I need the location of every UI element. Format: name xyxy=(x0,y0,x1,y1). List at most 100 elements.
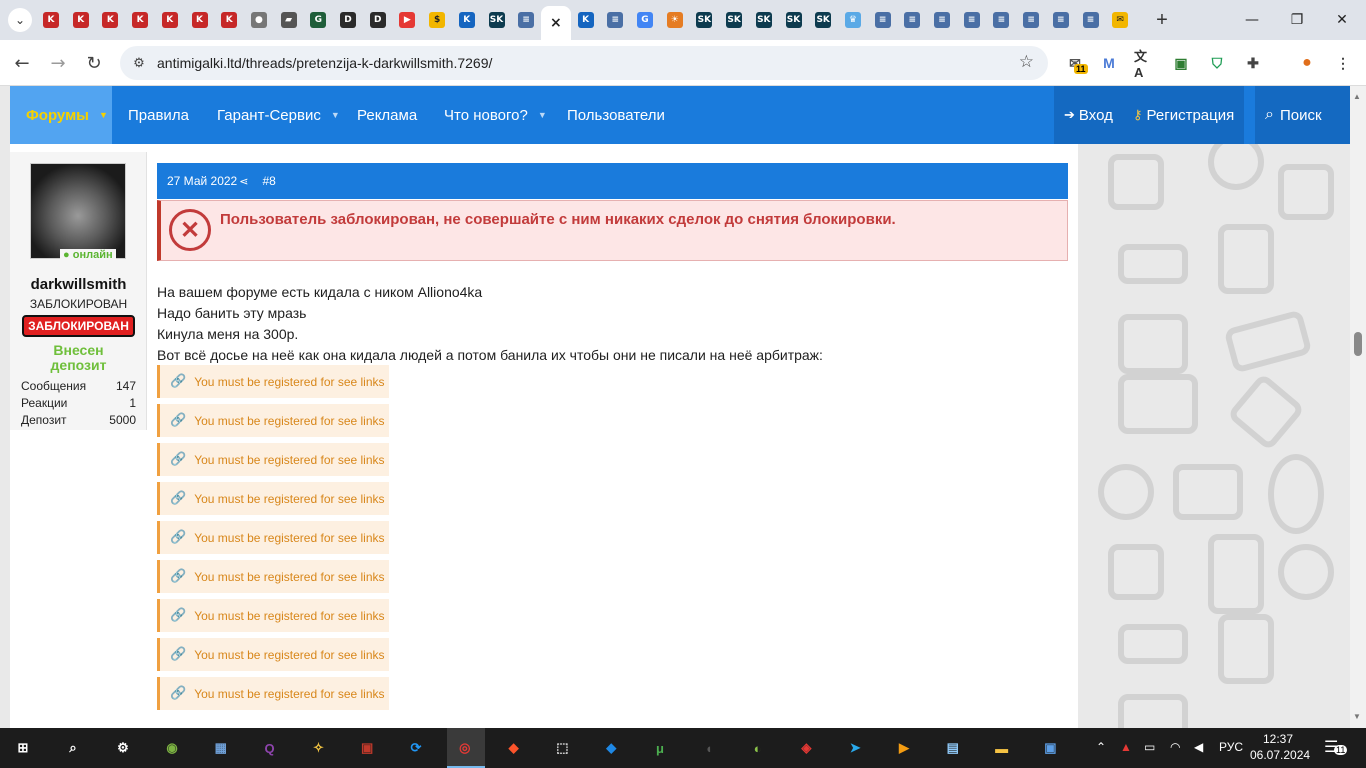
browser-tab[interactable]: ≡ xyxy=(988,6,1014,34)
hidden-link[interactable]: 🔗 You must be registered for see links xyxy=(157,365,389,398)
search-button[interactable]: ⌕ Поиск xyxy=(1255,86,1356,144)
q-app-icon[interactable]: Q xyxy=(257,736,283,760)
browser-tab[interactable]: ≡ xyxy=(602,6,628,34)
hidden-link[interactable]: 🔗 You must be registered for see links xyxy=(157,638,389,671)
login-button[interactable]: ➔ Вход xyxy=(1054,86,1123,144)
minimize-icon[interactable]: — xyxy=(1230,6,1274,34)
battery-icon[interactable]: ▭ xyxy=(1144,740,1155,754)
browser-tab[interactable]: $ xyxy=(424,6,450,34)
volume-icon[interactable]: ◀ xyxy=(1194,740,1203,754)
photo-app-icon[interactable]: ▣ xyxy=(1037,736,1063,760)
browser-tab[interactable]: ≡ xyxy=(1018,6,1044,34)
folder-icon[interactable]: ▬ xyxy=(989,736,1015,760)
extension-green-icon[interactable]: ▣ xyxy=(1170,52,1192,74)
reload-icon[interactable]: ↻ xyxy=(81,50,107,76)
hidden-link[interactable]: 🔗 You must be registered for see links xyxy=(157,599,389,632)
translate-icon[interactable]: 文A xyxy=(1134,49,1156,80)
nav-guarantee-service[interactable]: Гарант-Сервис ▼ xyxy=(217,86,340,144)
share-icon[interactable]: ⋖ xyxy=(239,175,248,188)
brave-icon[interactable]: ◆ xyxy=(501,736,527,760)
nav-advertising[interactable]: Реклама xyxy=(357,86,417,144)
browser-tab[interactable]: K xyxy=(157,6,183,34)
nav-forums[interactable]: Форумы ▼ xyxy=(10,86,112,144)
search-icon[interactable]: ⌕ xyxy=(60,736,86,760)
browser-tab[interactable]: ▶ xyxy=(394,6,420,34)
notifications-icon[interactable]: ☰ 11 xyxy=(1324,737,1348,757)
browser-tab[interactable]: ≡ xyxy=(513,6,539,34)
browser-tab[interactable]: D xyxy=(335,6,361,34)
browser-tab[interactable]: K xyxy=(97,6,123,34)
chevron-down-icon[interactable]: ▼ xyxy=(99,110,108,120)
mail-counter-icon[interactable]: ✉ 11 xyxy=(1064,52,1088,74)
clock[interactable]: 12:37 06.07.2024 xyxy=(1250,731,1310,763)
browser-tab[interactable]: ≡ xyxy=(1078,6,1104,34)
profile-avatar-icon[interactable]: ● xyxy=(1296,52,1318,74)
media-player-icon[interactable]: ▶ xyxy=(891,736,917,760)
chevron-down-icon[interactable]: ▼ xyxy=(538,110,547,120)
browser-tab[interactable]: SK xyxy=(781,6,807,34)
fruit-icon[interactable]: ◐ xyxy=(745,736,771,760)
post-number[interactable]: #8 xyxy=(262,174,275,188)
scroll-down-icon[interactable]: ▼ xyxy=(1353,712,1361,721)
site-info-icon[interactable]: ⚙ xyxy=(130,54,148,72)
browser-tab[interactable]: K xyxy=(68,6,94,34)
browser-tab[interactable]: G xyxy=(305,6,331,34)
tab-active[interactable]: × xyxy=(540,6,571,40)
tray-app-icon[interactable]: ▲ xyxy=(1120,740,1132,754)
show-hidden-icons-chevron-up-icon[interactable]: ⌃ xyxy=(1096,740,1106,754)
chrome-icon[interactable]: ◎ xyxy=(452,736,478,760)
sync-icon[interactable]: ⟳ xyxy=(403,736,429,760)
browser-tab[interactable]: ♛ xyxy=(840,6,866,34)
colorful-orb-icon[interactable]: ◉ xyxy=(159,736,185,760)
browser-tab[interactable]: G xyxy=(632,6,658,34)
image-viewer-icon[interactable]: ▦ xyxy=(208,736,234,760)
browser-tab[interactable]: SK xyxy=(810,6,836,34)
browser-tab[interactable]: SK xyxy=(484,6,510,34)
diamond-arrow-icon[interactable]: ◆ xyxy=(598,736,624,760)
hidden-link[interactable]: 🔗 You must be registered for see links xyxy=(157,560,389,593)
browser-tab[interactable]: SK xyxy=(691,6,717,34)
hidden-link[interactable]: 🔗 You must be registered for see links xyxy=(157,521,389,554)
screen-capture-icon[interactable]: ⬚ xyxy=(549,736,575,760)
browser-tab[interactable]: K xyxy=(216,6,242,34)
address-bar[interactable]: ⚙ antimigalki.ltd/threads/pretenzija-k-d… xyxy=(120,46,1048,80)
browser-tab[interactable]: ≡ xyxy=(1048,6,1074,34)
notepad-icon[interactable]: ▤ xyxy=(940,736,966,760)
audio-icon[interactable]: ◖ xyxy=(696,736,722,760)
telegram-icon[interactable]: ➤ xyxy=(842,736,868,760)
browser-tab[interactable]: K xyxy=(454,6,480,34)
browser-tab[interactable]: K xyxy=(127,6,153,34)
shield-icon[interactable]: ⛉ xyxy=(1206,52,1228,74)
scrollbar-thumb[interactable] xyxy=(1354,332,1362,356)
settings-gear-icon[interactable]: ⚙ xyxy=(110,736,136,760)
new-tab-plus-icon[interactable]: + xyxy=(1150,8,1174,32)
hidden-link[interactable]: 🔗 You must be registered for see links xyxy=(157,404,389,437)
post-date[interactable]: 27 Май 2022 xyxy=(167,174,237,188)
hidden-link[interactable]: 🔗 You must be registered for see links xyxy=(157,443,389,476)
windows-start-icon[interactable]: ⊞ xyxy=(10,736,36,760)
avatar[interactable] xyxy=(30,163,126,259)
browser-tab[interactable]: ☀ xyxy=(662,6,688,34)
browser-tab[interactable]: D xyxy=(365,6,391,34)
back-arrow-icon[interactable]: ← xyxy=(9,50,35,76)
scroll-up-icon[interactable]: ▲ xyxy=(1353,92,1361,101)
gmail-icon[interactable]: M xyxy=(1098,52,1120,74)
browser-tab[interactable]: ≡ xyxy=(929,6,955,34)
username[interactable]: darkwillsmith xyxy=(10,276,147,293)
nav-whats-new[interactable]: Что нового? ▼ xyxy=(444,86,547,144)
register-button[interactable]: ⚷ Регистрация xyxy=(1123,86,1245,144)
browser-tab[interactable]: ✉ xyxy=(1107,6,1133,34)
browser-tab[interactable]: ≡ xyxy=(870,6,896,34)
wifi-icon[interactable]: ◠ xyxy=(1170,740,1180,754)
hidden-link[interactable]: 🔗 You must be registered for see links xyxy=(157,482,389,515)
browser-tab[interactable]: ● xyxy=(246,6,272,34)
browser-tab[interactable]: ≡ xyxy=(899,6,925,34)
browser-tab[interactable]: K xyxy=(573,6,599,34)
game-icon[interactable]: ◈ xyxy=(793,736,819,760)
browser-tab[interactable]: ▰ xyxy=(276,6,302,34)
python-icon[interactable]: ✧ xyxy=(305,736,331,760)
puzzle-icon[interactable]: ✚ xyxy=(1242,52,1264,74)
winrar-icon[interactable]: ▣ xyxy=(354,736,380,760)
nav-users[interactable]: Пользователи xyxy=(567,86,665,144)
browser-tab[interactable]: SK xyxy=(751,6,777,34)
